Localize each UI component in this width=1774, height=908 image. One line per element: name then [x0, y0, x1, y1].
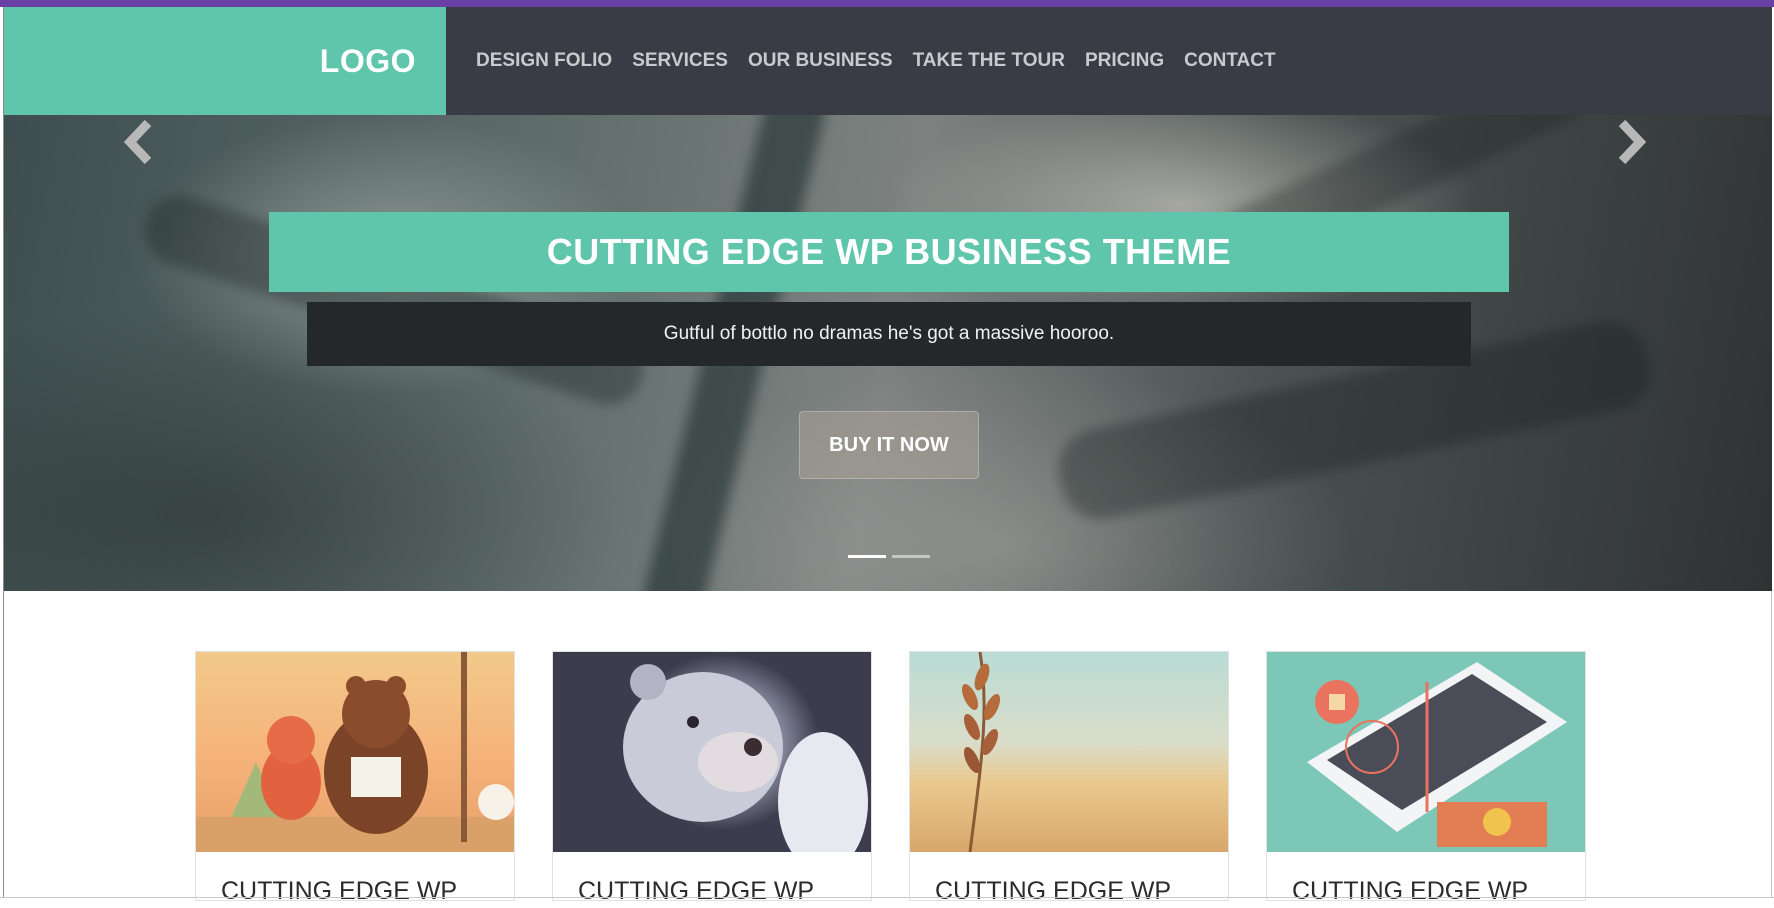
nav-pricing[interactable]: PRICING: [1085, 50, 1164, 72]
cat-bear-illustration-icon: [196, 652, 514, 852]
slider-indicator-1[interactable]: [848, 555, 886, 558]
nav-our-business[interactable]: OUR BUSINESS: [748, 50, 893, 72]
slider-prev-button[interactable]: [116, 117, 166, 167]
slider-next-button[interactable]: [1604, 117, 1654, 167]
hero-title-band: CUTTING EDGE WP BUSINESS THEME: [269, 212, 1509, 292]
nav-design-folio[interactable]: DESIGN FOLIO: [476, 50, 612, 72]
slider-indicator-2[interactable]: [892, 555, 930, 558]
feature-card[interactable]: CUTTING EDGE WP: [1266, 651, 1586, 901]
feature-card[interactable]: CUTTING EDGE WP: [195, 651, 515, 901]
polar-bear-illustration-icon: [623, 664, 868, 852]
wheat-photo-icon: [961, 652, 1001, 852]
chevron-left-icon: [123, 119, 152, 165]
hero-subtitle: Gutful of bottlo no dramas he's got a ma…: [663, 323, 1115, 344]
feature-card[interactable]: CUTTING EDGE WP: [909, 651, 1229, 901]
nav-contact[interactable]: CONTACT: [1184, 50, 1275, 72]
nav-services[interactable]: SERVICES: [632, 50, 728, 72]
hero-title: CUTTING EDGE WP BUSINESS THEME: [546, 231, 1232, 272]
logo-block[interactable]: LOGO: [4, 7, 446, 115]
chevron-right-icon: [1618, 119, 1647, 165]
card-image-polar-bear[interactable]: [553, 652, 871, 852]
card-image-phone-infographic[interactable]: [1267, 652, 1585, 852]
site-header: LOGO DESIGN FOLIO SERVICES OUR BUSINESS …: [4, 7, 1772, 115]
hero-subtitle-band: Gutful of bottlo no dramas he's got a ma…: [307, 302, 1471, 366]
window-bottom-edge: [0, 897, 1774, 898]
hero-slider: CUTTING EDGE WP BUSINESS THEME Gutful of…: [4, 115, 1772, 591]
slider-indicators: [848, 555, 930, 558]
phone-infographic-icon: [1307, 662, 1567, 847]
logo[interactable]: LOGO: [320, 43, 416, 80]
buy-it-now-button[interactable]: BUY IT NOW: [799, 411, 979, 479]
top-accent-bar: [0, 0, 1774, 7]
nav-take-the-tour[interactable]: TAKE THE TOUR: [913, 50, 1065, 72]
feature-cards: CUTTING EDGE WP CUTTING EDGE WP CUTTING …: [195, 651, 1586, 901]
page: LOGO DESIGN FOLIO SERVICES OUR BUSINESS …: [0, 0, 1774, 908]
card-image-wheat[interactable]: [910, 652, 1228, 852]
main-nav: DESIGN FOLIO SERVICES OUR BUSINESS TAKE …: [476, 7, 1276, 115]
feature-card[interactable]: CUTTING EDGE WP: [552, 651, 872, 901]
card-image-illustration-cat-bear[interactable]: [196, 652, 514, 852]
